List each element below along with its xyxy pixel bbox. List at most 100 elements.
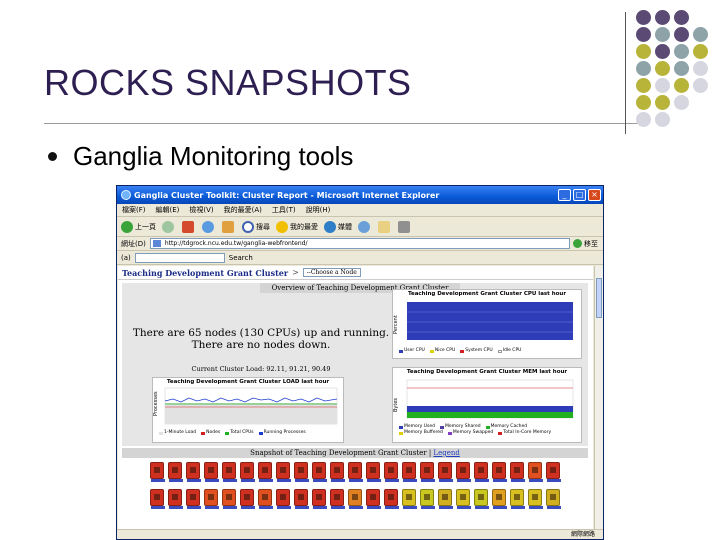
server-node-icon[interactable] bbox=[492, 489, 507, 509]
scrollbar-thumb[interactable] bbox=[596, 278, 602, 318]
address-input[interactable]: http://tdgrock.ncu.edu.tw/ganglia-webfro… bbox=[149, 238, 570, 249]
server-node-icon[interactable] bbox=[456, 489, 471, 509]
decorative-dot bbox=[655, 27, 670, 42]
server-node-icon[interactable] bbox=[384, 489, 399, 509]
server-node-icon[interactable] bbox=[348, 489, 363, 509]
server-node-icon[interactable] bbox=[186, 489, 201, 509]
server-node-icon[interactable] bbox=[330, 489, 345, 509]
go-button[interactable]: 移至 bbox=[573, 239, 603, 249]
mem-used-area bbox=[407, 406, 573, 412]
legend-link[interactable]: Legend bbox=[433, 449, 459, 457]
server-node-icon[interactable] bbox=[438, 462, 453, 482]
node-base bbox=[151, 506, 165, 509]
refresh-button[interactable] bbox=[202, 220, 216, 233]
window-title: Ganglia Cluster Toolkit: Cluster Report … bbox=[134, 190, 440, 200]
server-node-icon[interactable] bbox=[456, 462, 471, 482]
nodes-down-text: There are no nodes down. bbox=[191, 339, 331, 351]
server-node-icon[interactable] bbox=[204, 489, 219, 509]
server-node-icon[interactable] bbox=[150, 489, 165, 509]
back-button[interactable]: 上一頁 bbox=[121, 220, 156, 233]
server-node-icon[interactable] bbox=[222, 489, 237, 509]
stop-button[interactable] bbox=[182, 220, 196, 233]
menu-view[interactable]: 檢視(V) bbox=[189, 205, 213, 215]
server-node-icon[interactable] bbox=[330, 462, 345, 482]
server-node-icon[interactable] bbox=[294, 462, 309, 482]
cpu-graph-legend: User CPU Nice CPU System CPU Idle CPU bbox=[393, 348, 581, 354]
cpu-graph[interactable]: Teaching Development Grant Cluster CPU l… bbox=[392, 289, 582, 359]
server-node-icon[interactable] bbox=[438, 489, 453, 509]
media-button[interactable]: 媒體 bbox=[324, 220, 352, 233]
server-node-icon[interactable] bbox=[258, 489, 273, 509]
server-node-icon[interactable] bbox=[240, 489, 255, 509]
server-node-icon[interactable] bbox=[546, 462, 561, 482]
server-node-icon[interactable] bbox=[276, 462, 291, 482]
decorative-dot bbox=[693, 44, 708, 59]
server-node-icon[interactable] bbox=[348, 462, 363, 482]
server-node-icon[interactable] bbox=[312, 489, 327, 509]
node-base bbox=[547, 506, 561, 509]
node-base bbox=[205, 479, 219, 482]
server-node-icon[interactable] bbox=[150, 462, 165, 482]
server-node-icon[interactable] bbox=[258, 462, 273, 482]
legend-label: 1-Minute Load bbox=[164, 430, 197, 435]
menu-favorites[interactable]: 我的最愛(A) bbox=[224, 205, 262, 215]
node-base bbox=[529, 479, 543, 482]
server-node-icon[interactable] bbox=[420, 489, 435, 509]
server-node-icon[interactable] bbox=[492, 462, 507, 482]
toolbar-search-input[interactable] bbox=[134, 252, 225, 263]
server-node-icon[interactable] bbox=[510, 489, 525, 509]
node-select[interactable]: --Choose a Node bbox=[302, 268, 361, 277]
close-button[interactable]: × bbox=[588, 189, 601, 201]
server-node-icon[interactable] bbox=[168, 462, 183, 482]
legend-label: Total CPUs bbox=[230, 430, 254, 435]
decorative-dot bbox=[693, 61, 708, 76]
server-node-icon[interactable] bbox=[222, 462, 237, 482]
print-button[interactable] bbox=[398, 220, 412, 233]
server-node-icon[interactable] bbox=[474, 462, 489, 482]
server-node-icon[interactable] bbox=[186, 462, 201, 482]
server-node-icon[interactable] bbox=[546, 489, 561, 509]
menu-file[interactable]: 檔案(F) bbox=[122, 205, 146, 215]
server-node-icon[interactable] bbox=[528, 489, 543, 509]
history-button[interactable] bbox=[358, 220, 372, 233]
vertical-scrollbar[interactable] bbox=[594, 266, 603, 529]
server-node-icon[interactable] bbox=[240, 462, 255, 482]
server-node-icon[interactable] bbox=[474, 489, 489, 509]
server-node-icon[interactable] bbox=[312, 462, 327, 482]
decorative-dot bbox=[636, 44, 651, 59]
server-node-icon[interactable] bbox=[366, 489, 381, 509]
legend-swatch bbox=[447, 431, 452, 435]
node-base bbox=[241, 479, 255, 482]
server-node-icon[interactable] bbox=[168, 489, 183, 509]
server-node-icon[interactable] bbox=[420, 462, 435, 482]
load-graph[interactable]: Teaching Development Grant Cluster LOAD … bbox=[152, 377, 344, 443]
server-node-icon[interactable] bbox=[384, 462, 399, 482]
forward-button[interactable] bbox=[162, 220, 176, 233]
server-node-icon[interactable] bbox=[294, 489, 309, 509]
mail-button[interactable] bbox=[378, 220, 392, 233]
favorites-button[interactable]: 我的最愛 bbox=[276, 220, 318, 233]
snapshot-title: Snapshot of Teaching Development Grant C… bbox=[250, 449, 427, 457]
server-node-icon[interactable] bbox=[402, 489, 417, 509]
server-node-icon[interactable] bbox=[528, 462, 543, 482]
minimize-button[interactable]: _ bbox=[558, 189, 571, 201]
menu-edit[interactable]: 編輯(E) bbox=[156, 205, 180, 215]
menu-bar: 檔案(F) 編輯(E) 檢視(V) 我的最愛(A) 工具(T) 說明(H) bbox=[117, 204, 603, 217]
menu-tools[interactable]: 工具(T) bbox=[272, 205, 296, 215]
mem-graph[interactable]: Teaching Development Grant Cluster MEM l… bbox=[392, 367, 582, 443]
server-node-icon[interactable] bbox=[510, 462, 525, 482]
cluster-title[interactable]: Teaching Development Grant Cluster bbox=[122, 268, 288, 278]
server-node-icon[interactable] bbox=[402, 462, 417, 482]
decorative-dot bbox=[636, 78, 651, 93]
home-button[interactable] bbox=[222, 220, 236, 233]
toolbar-search-label[interactable]: Search bbox=[229, 254, 253, 262]
forward-arrow-icon bbox=[162, 220, 174, 233]
legend-label: User CPU bbox=[404, 348, 425, 353]
server-node-icon[interactable] bbox=[276, 489, 291, 509]
decorative-dot bbox=[655, 112, 670, 127]
server-node-icon[interactable] bbox=[204, 462, 219, 482]
server-node-icon[interactable] bbox=[366, 462, 381, 482]
menu-help[interactable]: 說明(H) bbox=[306, 205, 331, 215]
maximize-button[interactable]: □ bbox=[573, 189, 586, 201]
search-button[interactable]: 搜尋 bbox=[242, 220, 270, 233]
